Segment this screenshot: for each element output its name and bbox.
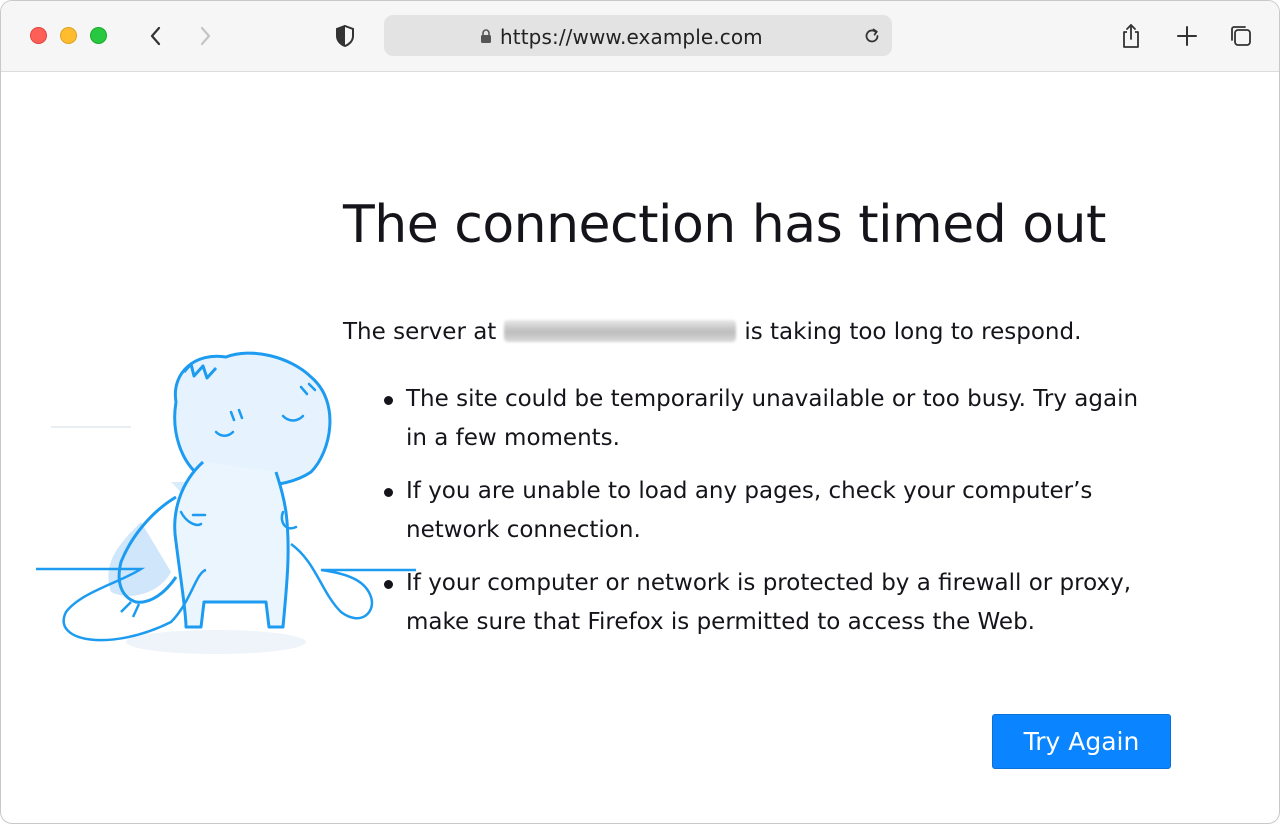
suggestions-list: The site could be temporarily unavailabl… xyxy=(381,380,1151,656)
server-message: The server at is taking too long to respo… xyxy=(343,319,1081,345)
plus-icon xyxy=(1177,26,1197,46)
reload-button[interactable] xyxy=(860,24,884,48)
browser-window: https://www.example.com The connection h… xyxy=(0,0,1280,824)
error-page: The connection has timed out The server … xyxy=(1,72,1279,823)
list-item: The site could be temporarily unavailabl… xyxy=(381,380,1151,458)
url-text[interactable]: https://www.example.com xyxy=(500,25,763,49)
share-icon xyxy=(1123,24,1139,48)
page-title: The connection has timed out xyxy=(343,195,1106,255)
redacted-hostname xyxy=(504,320,737,342)
dinosaur-illustration xyxy=(36,351,416,654)
reload-icon xyxy=(865,28,879,43)
server-message-suffix: is taking too long to respond. xyxy=(744,319,1082,345)
tabs-overview-icon xyxy=(1231,26,1251,46)
list-item: If your computer or network is protected… xyxy=(381,564,1151,642)
maximize-window-button[interactable] xyxy=(90,27,107,44)
close-window-button[interactable] xyxy=(30,27,47,44)
chevron-left-icon xyxy=(150,26,161,46)
list-item: If you are unable to load any pages, che… xyxy=(381,472,1151,550)
shield-icon xyxy=(336,24,354,48)
new-tab-button[interactable] xyxy=(1172,21,1202,51)
tab-overview-button[interactable] xyxy=(1226,21,1256,51)
try-again-button[interactable]: Try Again xyxy=(992,714,1171,769)
privacy-shield-button[interactable] xyxy=(330,21,360,51)
address-bar[interactable]: https://www.example.com xyxy=(384,15,892,56)
browser-toolbar: https://www.example.com xyxy=(1,1,1279,72)
share-button[interactable] xyxy=(1116,21,1146,51)
minimize-window-button[interactable] xyxy=(60,27,77,44)
back-button[interactable] xyxy=(141,21,171,51)
forward-button[interactable] xyxy=(190,21,220,51)
lock-icon xyxy=(481,29,491,43)
server-message-prefix: The server at xyxy=(343,319,497,345)
chevron-right-icon xyxy=(200,26,211,46)
